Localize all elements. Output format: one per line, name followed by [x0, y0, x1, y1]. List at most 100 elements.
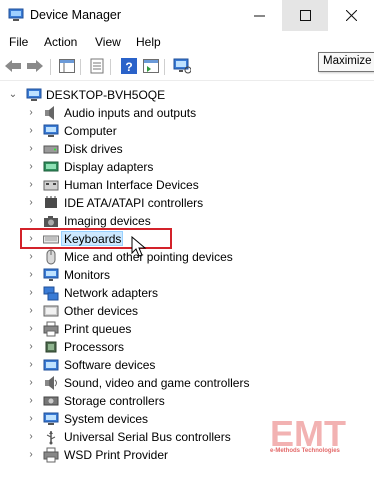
tree-item-label: WSD Print Provider — [64, 448, 169, 462]
toolbar-separator — [80, 59, 81, 75]
chevron-right-icon[interactable]: › — [25, 395, 37, 407]
action-pane-icon — [143, 59, 159, 73]
chevron-right-icon[interactable]: › — [25, 341, 37, 353]
chevron-right-icon[interactable]: › — [25, 305, 37, 317]
menu-action[interactable]: Action — [44, 35, 77, 49]
svg-text:?: ? — [125, 60, 132, 74]
toolbar-separator — [50, 59, 51, 75]
chevron-right-icon[interactable]: › — [25, 197, 37, 209]
menu-view[interactable]: View — [95, 35, 121, 49]
tree-item-disk-drives[interactable]: › Disk drives — [0, 140, 374, 158]
maximize-button[interactable] — [282, 0, 328, 31]
tree-item-label: Monitors — [64, 268, 111, 282]
menu-file[interactable]: File — [9, 35, 28, 49]
tree-item-processors[interactable]: › Processors — [0, 338, 374, 356]
chevron-right-icon[interactable]: › — [25, 161, 37, 173]
back-icon — [5, 60, 21, 72]
tree-item-software[interactable]: › Software devices — [0, 356, 374, 374]
window-title: Device Manager — [30, 8, 122, 22]
disk-drive-icon — [43, 145, 59, 154]
tree-item-label: Human Interface Devices — [64, 178, 199, 192]
toolbar-separator — [164, 59, 165, 75]
chevron-right-icon[interactable]: › — [25, 413, 37, 425]
other-devices-icon — [43, 305, 59, 317]
tree-item-display-adapters[interactable]: › Display adapters — [0, 158, 374, 176]
storage-controller-icon — [43, 396, 59, 406]
chevron-right-icon[interactable]: › — [25, 269, 37, 281]
tree-item-label: Imaging devices — [64, 214, 151, 228]
minimize-button[interactable] — [236, 0, 282, 31]
chevron-right-icon[interactable]: › — [25, 431, 37, 443]
mouse-cursor-icon — [131, 236, 147, 257]
tree-item-label: Universal Serial Bus controllers — [64, 430, 231, 444]
menu-bar: File Action View Help — [0, 32, 374, 52]
tree-item-label: System devices — [64, 412, 149, 426]
camera-icon — [44, 216, 58, 227]
sound-icon — [45, 376, 57, 390]
software-device-icon — [43, 359, 59, 371]
tree-item-label: Audio inputs and outputs — [64, 106, 197, 120]
chevron-right-icon[interactable]: › — [25, 179, 37, 191]
chevron-down-icon[interactable]: ⌄ — [7, 89, 19, 101]
usb-icon — [46, 431, 56, 445]
speaker-icon — [45, 106, 54, 120]
tree-item-computer[interactable]: › Computer — [0, 122, 374, 140]
tree-item-label: Network adapters — [64, 286, 159, 300]
tree-item-ide[interactable]: › IDE ATA/ATAPI controllers — [0, 194, 374, 212]
back-button[interactable] — [4, 57, 22, 75]
action-pane-button[interactable] — [142, 57, 160, 75]
network-adapter-icon — [43, 286, 59, 301]
chevron-right-icon[interactable]: › — [25, 107, 37, 119]
forward-icon — [27, 60, 43, 72]
menu-help[interactable]: Help — [136, 35, 161, 49]
chevron-right-icon[interactable]: › — [25, 377, 37, 389]
tree-item-label: Storage controllers — [64, 394, 165, 408]
chevron-right-icon[interactable]: › — [25, 449, 37, 461]
display-adapter-icon — [43, 161, 59, 172]
title-bar: Device Manager — [0, 0, 374, 32]
chevron-right-icon[interactable]: › — [25, 143, 37, 155]
tree-item-label: Print queues — [64, 322, 132, 336]
chevron-right-icon[interactable]: › — [25, 359, 37, 371]
tree-item-sound[interactable]: › Sound, video and game controllers — [0, 374, 374, 392]
properties-button[interactable] — [88, 57, 106, 75]
tree-root[interactable]: ⌄ DESKTOP-BVH5OQE — [0, 86, 374, 104]
computer-name: DESKTOP-BVH5OQE — [46, 88, 166, 102]
chevron-right-icon[interactable]: › — [25, 323, 37, 335]
device-manager-icon — [8, 8, 24, 21]
tree-item-label: Sound, video and game controllers — [64, 376, 250, 390]
hid-icon — [43, 180, 59, 191]
tree-item-label: Computer — [64, 124, 117, 138]
tree-item-mice[interactable]: › Mice and other pointing devices — [0, 248, 374, 266]
help-button[interactable]: ? — [120, 57, 138, 75]
tree-item-network[interactable]: › Network adapters — [0, 284, 374, 302]
properties-icon — [90, 58, 104, 74]
tree-item-label: IDE ATA/ATAPI controllers — [64, 196, 204, 210]
tree-item-audio[interactable]: › Audio inputs and outputs — [0, 104, 374, 122]
help-icon: ? — [121, 58, 137, 74]
tree-item-monitors[interactable]: › Monitors — [0, 266, 374, 284]
toolbar-separator — [110, 59, 111, 75]
chevron-right-icon[interactable]: › — [25, 125, 37, 137]
ide-controller-icon — [45, 196, 57, 208]
tree-item-label: Processors — [64, 340, 125, 354]
monitor-icon — [43, 268, 59, 281]
chevron-right-icon[interactable]: › — [25, 287, 37, 299]
close-button[interactable] — [328, 0, 374, 31]
tree-item-label: Software devices — [64, 358, 156, 372]
chevron-right-icon[interactable]: › — [25, 215, 37, 227]
scan-hardware-button[interactable] — [173, 57, 191, 75]
close-icon — [345, 10, 357, 21]
system-devices-icon — [43, 412, 59, 425]
tree-item-print-queues[interactable]: › Print queues — [0, 320, 374, 338]
forward-button[interactable] — [26, 57, 44, 75]
scan-hardware-icon — [173, 58, 191, 74]
tree-item-hid[interactable]: › Human Interface Devices — [0, 176, 374, 194]
show-hide-console-tree-button[interactable] — [58, 57, 76, 75]
show-hide-console-tree-icon — [59, 59, 75, 73]
mouse-icon — [46, 249, 56, 265]
tree-item-label: Disk drives — [64, 142, 123, 156]
printer-icon — [43, 321, 59, 337]
chevron-right-icon[interactable]: › — [25, 251, 37, 263]
tree-item-other[interactable]: › Other devices — [0, 302, 374, 320]
